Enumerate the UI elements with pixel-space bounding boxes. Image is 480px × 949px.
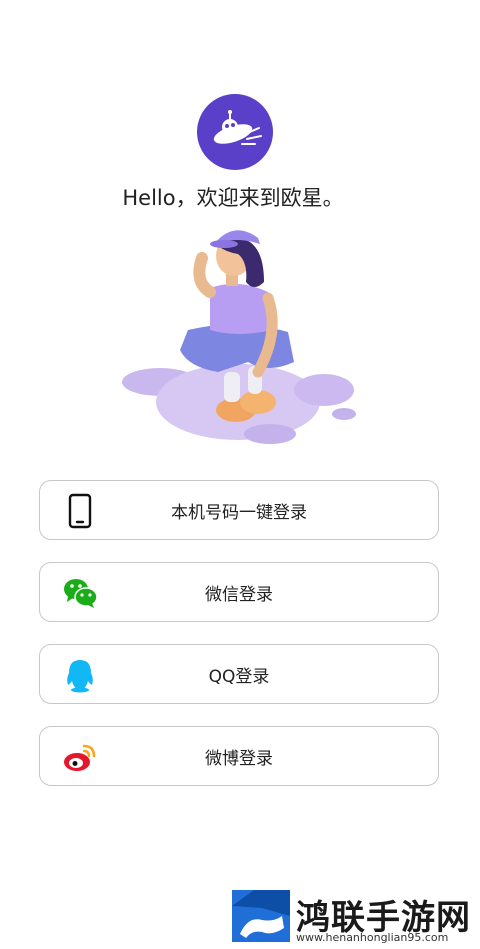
- qq-login-label: QQ登录: [208, 666, 270, 687]
- app-logo: [197, 94, 273, 170]
- wechat-login-label: 微信登录: [205, 584, 273, 605]
- phone-login-label: 本机号码一键登录: [171, 502, 307, 523]
- welcome-greeting: Hello，欢迎来到欧星。: [122, 186, 344, 210]
- hero-illustration: [118, 222, 362, 456]
- wechat-login-button[interactable]: 微信登录: [39, 562, 439, 622]
- phone-login-button[interactable]: 本机号码一键登录: [39, 480, 439, 540]
- watermark-url: www.henanhonglian95.com: [296, 931, 449, 944]
- qq-login-button[interactable]: QQ登录: [39, 644, 439, 704]
- watermark-logo-icon: [232, 890, 290, 942]
- ufo-planet-icon: [213, 110, 262, 145]
- weibo-login-button[interactable]: 微博登录: [39, 726, 439, 786]
- weibo-login-label: 微博登录: [205, 748, 273, 769]
